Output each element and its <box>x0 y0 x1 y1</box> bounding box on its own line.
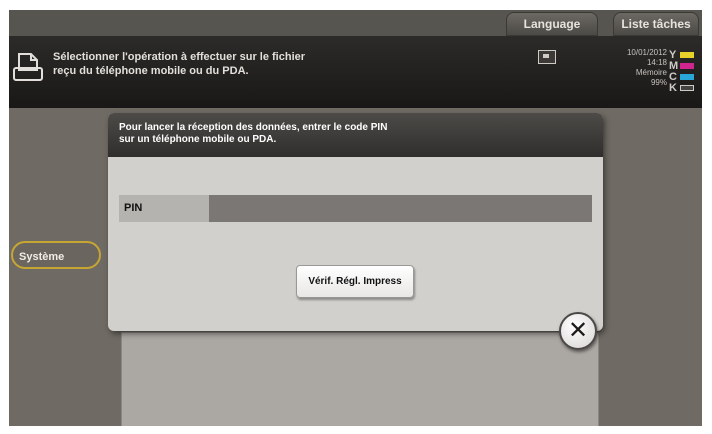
background-panel <box>121 332 599 426</box>
operation-message: Sélectionner l'opération à effectuer sur… <box>53 51 306 77</box>
dialog-message: Pour lancer la réception des données, en… <box>119 122 388 145</box>
pin-input[interactable] <box>209 195 592 222</box>
status-icon <box>538 50 556 64</box>
toner-levels: Y M C K <box>669 49 699 94</box>
message-bar: Sélectionner l'opération à effectuer sur… <box>9 36 702 108</box>
toner-bar-cyan <box>680 74 694 80</box>
toner-letter: K <box>669 82 677 94</box>
device-screen: Language Liste tâches Sélectionner l'opé… <box>9 10 702 426</box>
toner-row-k: K <box>669 82 699 94</box>
time-text: 14:18 <box>646 58 667 67</box>
toner-bar-black <box>680 85 694 91</box>
close-icon[interactable]: ✕ <box>559 312 597 350</box>
toner-bar-magenta <box>680 63 694 69</box>
date-text: 10/01/2012 <box>626 48 667 57</box>
dialog-header: Pour lancer la réception des données, en… <box>108 113 603 157</box>
pin-row: PIN <box>119 195 592 222</box>
document-print-icon <box>13 53 43 81</box>
status-datetime: 10/01/2012 14:18 Mémoire 99% <box>597 48 667 88</box>
pin-dialog: Pour lancer la réception des données, en… <box>108 113 603 331</box>
job-list-tab[interactable]: Liste tâches <box>613 12 699 36</box>
memory-label: Mémoire <box>635 68 667 77</box>
language-tab[interactable]: Language <box>506 12 598 36</box>
memory-value: 99% <box>650 78 667 87</box>
check-print-settings-button[interactable]: Vérif. Régl. Impress <box>296 265 414 298</box>
pin-label: PIN <box>119 195 209 222</box>
toner-bar-yellow <box>680 52 694 58</box>
systeme-button[interactable]: Système <box>11 241 101 269</box>
top-bar: Language Liste tâches <box>9 10 702 36</box>
